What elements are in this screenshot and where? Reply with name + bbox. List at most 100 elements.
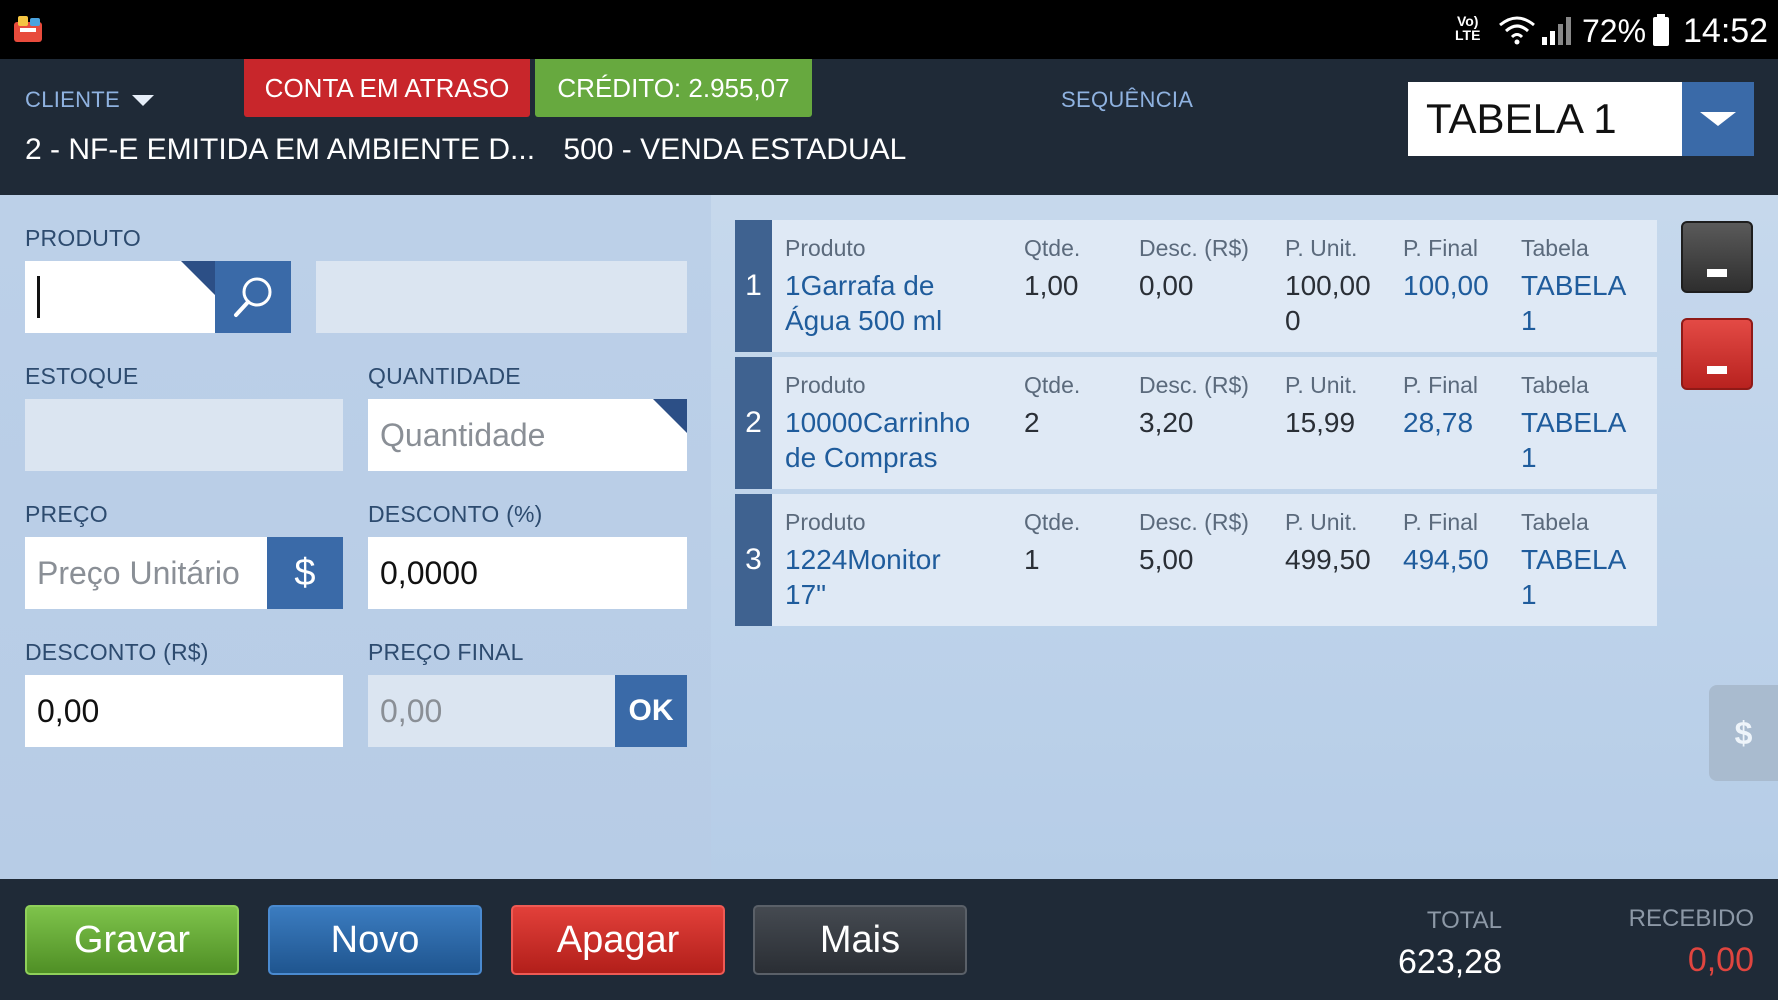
total-label: TOTAL	[1426, 907, 1502, 934]
sequencia-label[interactable]: SEQUÊNCIA	[1061, 87, 1193, 113]
item-tabela-col: Tabela TABELA 1	[1521, 372, 1627, 473]
item-produto-col: Produto 10000Carrinho de Compras	[785, 372, 971, 473]
credit-badge[interactable]: CRÉDITO: 2.955,07	[535, 59, 812, 117]
item-desc-col: Desc. (R$) 5,00	[1139, 509, 1249, 575]
signal-icon	[1542, 17, 1571, 45]
clock: 14:52	[1683, 12, 1769, 50]
preco-final-field: 0,00	[368, 675, 615, 747]
order-item-row[interactable]: 2 Produto 10000Carrinho de Compras Qtde. …	[735, 357, 1657, 489]
overdue-badge[interactable]: CONTA EM ATRASO	[244, 59, 530, 117]
item-tabela-col: Tabela TABELA 1	[1521, 235, 1627, 336]
item-number: 2	[735, 357, 772, 489]
item-qtde: 2	[1024, 407, 1040, 438]
item-produto-col: Produto 1Garrafa de Água 500 ml	[785, 235, 943, 336]
order-item-row[interactable]: 1 Produto 1Garrafa de Água 500 ml Qtde. 1…	[735, 220, 1657, 352]
tabela-select[interactable]: TABELA 1	[1408, 82, 1754, 156]
operation-info: 500 - VENDA ESTADUAL	[563, 133, 907, 166]
item-desc-col: Desc. (R$) 3,20	[1139, 372, 1249, 438]
item-produto: 1Garrafa de Água 500 ml	[785, 270, 943, 336]
total-value: 623,28	[1398, 943, 1502, 981]
order-header: CLIENTE CONTA EM ATRASO CRÉDITO: 2.955,0…	[0, 59, 1778, 195]
item-punit: 499,50	[1285, 544, 1371, 575]
price-lookup-button[interactable]: $	[267, 537, 343, 609]
minimize-button[interactable]	[1681, 221, 1753, 293]
item-produto-col: Produto 1224Monitor 17"	[785, 509, 941, 610]
produto-search-button[interactable]	[215, 261, 291, 333]
volte-indicator: Vo) LTE	[1455, 13, 1481, 43]
ok-button[interactable]: OK	[615, 675, 687, 747]
item-produto: 1224Monitor 17"	[785, 544, 941, 610]
cliente-label: CLIENTE	[25, 87, 121, 112]
desconto-rs-value: 0,00	[37, 692, 100, 729]
text-cursor	[37, 276, 40, 318]
remove-item-button[interactable]	[1681, 318, 1753, 390]
recebido-block: RECEBIDO 0,00	[1610, 905, 1754, 980]
desconto-pct-value: 0,0000	[380, 554, 478, 591]
item-number: 3	[735, 494, 772, 626]
item-qtde-col: Qtde. 1	[1024, 509, 1081, 575]
quantidade-placeholder: Quantidade	[380, 416, 546, 453]
preco-placeholder: Preço Unitário	[37, 554, 240, 591]
novo-button[interactable]: Novo	[268, 905, 482, 975]
item-qtde: 1,00	[1024, 270, 1079, 301]
item-qtde-col: Qtde. 2	[1024, 372, 1081, 438]
preco-final-label: PREÇO FINAL	[368, 639, 524, 665]
preco-label: PREÇO	[25, 501, 108, 527]
estoque-label: ESTOQUE	[25, 363, 139, 389]
preco-final-value: 0,00	[380, 692, 443, 729]
tabela-value: TABELA 1	[1426, 95, 1617, 142]
nf-info: 2 - NF-E EMITIDA EM AMBIENTE D...	[25, 133, 536, 166]
chevron-down-icon	[1700, 112, 1736, 126]
desconto-pct-input[interactable]: 0,0000	[368, 537, 687, 609]
produto-input[interactable]	[25, 261, 215, 333]
produto-description-field	[316, 261, 687, 333]
app-icon	[14, 16, 42, 42]
item-desc-col: Desc. (R$) 0,00	[1139, 235, 1249, 301]
apagar-button[interactable]: Apagar	[511, 905, 725, 975]
quantidade-input[interactable]: Quantidade	[368, 399, 687, 471]
dollar-icon: $	[294, 551, 316, 594]
minus-icon	[1707, 366, 1727, 374]
item-entry-form: PRODUTO ESTOQUE QUANTIDADE Quantidade PR…	[0, 195, 711, 879]
field-corner-marker	[653, 399, 687, 433]
item-pfinal: 494,50	[1403, 544, 1489, 575]
cliente-dropdown[interactable]: CLIENTE	[25, 87, 155, 113]
item-desc: 0,00	[1139, 270, 1194, 301]
item-punit-col: P. Unit. 499,50	[1285, 509, 1371, 575]
main-area: PRODUTO ESTOQUE QUANTIDADE Quantidade PR…	[0, 195, 1778, 879]
recebido-label: RECEBIDO	[1628, 905, 1754, 932]
footer-bar: Gravar Novo Apagar Mais TOTAL 623,28 REC…	[0, 879, 1778, 1000]
preco-input[interactable]: Preço Unitário	[25, 537, 267, 609]
item-punit: 15,99	[1285, 407, 1356, 438]
item-number: 1	[735, 220, 772, 352]
item-produto: 10000Carrinho de Compras	[785, 407, 971, 473]
chevron-down-icon	[132, 94, 155, 106]
gravar-button[interactable]: Gravar	[25, 905, 239, 975]
item-pfinal-col: P. Final 100,00	[1403, 235, 1489, 301]
item-pfinal: 100,00	[1403, 270, 1489, 301]
payment-tab-button[interactable]: $	[1709, 685, 1778, 781]
order-item-row[interactable]: 3 Produto 1224Monitor 17" Qtde. 1 Desc. (…	[735, 494, 1657, 626]
item-qtde: 1	[1024, 544, 1040, 575]
order-info-line[interactable]: 2 - NF-E EMITIDA EM AMBIENTE D... 500 - …	[25, 133, 906, 167]
item-tabela-col: Tabela TABELA 1	[1521, 509, 1627, 610]
desconto-pct-label: DESCONTO (%)	[368, 501, 543, 527]
item-pfinal-col: P. Final 494,50	[1403, 509, 1489, 575]
estoque-field	[25, 399, 343, 471]
mais-button[interactable]: Mais	[753, 905, 967, 975]
item-tabela: TABELA 1	[1521, 407, 1627, 473]
item-punit-col: P. Unit. 15,99	[1285, 372, 1358, 438]
minus-icon	[1707, 269, 1727, 277]
wifi-icon	[1499, 16, 1535, 45]
desconto-rs-input[interactable]: 0,00	[25, 675, 343, 747]
item-qtde-col: Qtde. 1,00	[1024, 235, 1081, 301]
tabela-dropdown-button[interactable]	[1682, 82, 1754, 156]
total-block: TOTAL 623,28	[1380, 907, 1502, 982]
item-punit-col: P. Unit. 100,00 0	[1285, 235, 1371, 336]
dollar-icon: $	[1734, 714, 1753, 751]
battery-percent: 72%	[1582, 13, 1647, 49]
field-corner-marker	[181, 261, 215, 295]
battery-icon	[1653, 14, 1669, 46]
item-desc: 3,20	[1139, 407, 1194, 438]
recebido-value: 0,00	[1687, 941, 1754, 979]
